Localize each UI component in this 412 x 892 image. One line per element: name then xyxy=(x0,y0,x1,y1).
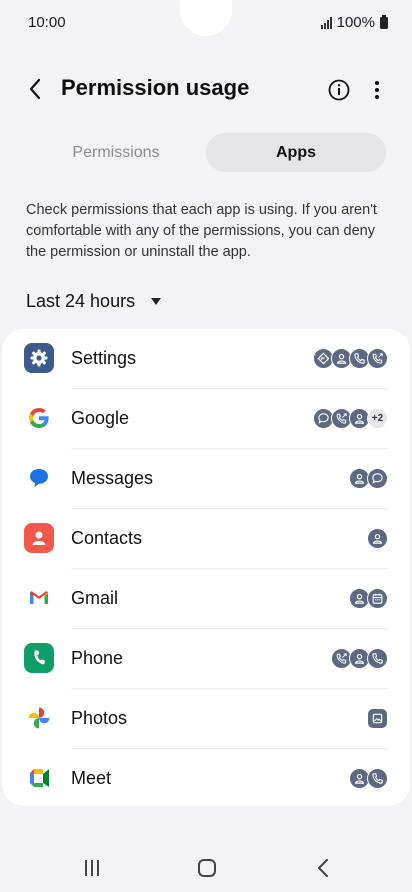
home-button[interactable] xyxy=(190,854,224,882)
battery-percent: 100% xyxy=(336,14,375,31)
app-row-phone[interactable]: Phone xyxy=(2,629,410,689)
tab-bar: Permissions Apps xyxy=(26,133,386,172)
app-list-card: Settings Google +2 Messages Contacts Gma… xyxy=(2,329,410,806)
calendar-permission-icon xyxy=(367,588,388,609)
app-row-gmail[interactable]: Gmail xyxy=(2,569,410,629)
more-options-button[interactable] xyxy=(360,73,394,107)
phone-permission-icon xyxy=(367,648,388,669)
sms-permission-icon xyxy=(367,468,388,489)
permission-icons xyxy=(349,468,388,489)
description-text: Check permissions that each app is using… xyxy=(26,202,377,260)
time-range-label: Last 24 hours xyxy=(26,291,136,311)
app-row-google[interactable]: Google +2 xyxy=(2,389,410,449)
app-name: Settings xyxy=(71,348,137,368)
permission-icons xyxy=(331,648,388,669)
status-time: 10:00 xyxy=(28,14,66,31)
battery-icon xyxy=(380,14,388,29)
app-name: Contacts xyxy=(71,528,143,548)
back-nav-icon xyxy=(318,859,328,877)
permission-icons xyxy=(367,528,388,549)
photos-icon xyxy=(24,703,54,733)
recents-icon xyxy=(85,860,99,876)
permission-icons: +2 xyxy=(313,408,388,429)
more-vert-icon xyxy=(375,81,379,99)
status-icons: 100% xyxy=(320,14,388,31)
app-name: Messages xyxy=(71,468,154,488)
app-bar: Permission usage xyxy=(0,64,412,114)
phone-icon xyxy=(24,643,54,673)
meet-icon xyxy=(24,763,54,793)
status-bar: 10:00 100% xyxy=(0,0,412,46)
tab-apps[interactable]: Apps xyxy=(206,133,386,172)
recents-button[interactable] xyxy=(75,854,109,882)
back-button[interactable] xyxy=(18,72,52,106)
permission-icons xyxy=(349,588,388,609)
contacts-icon xyxy=(24,523,54,553)
page-title: Permission usage xyxy=(61,75,250,100)
app-row-contacts[interactable]: Contacts xyxy=(2,509,410,569)
info-button[interactable] xyxy=(322,73,356,107)
home-icon xyxy=(198,859,216,877)
back-nav-button[interactable] xyxy=(306,854,340,882)
messages-icon xyxy=(24,463,54,493)
permission-icons xyxy=(367,708,388,729)
gmail-icon xyxy=(24,583,54,613)
navigation-bar xyxy=(0,840,412,892)
time-range-dropdown[interactable]: Last 24 hours xyxy=(26,291,162,312)
info-icon xyxy=(328,79,350,101)
tab-permissions[interactable]: Permissions xyxy=(26,133,206,172)
app-name: Gmail xyxy=(71,588,119,608)
call-logs-permission-icon xyxy=(367,348,388,369)
phone-permission-icon xyxy=(367,768,388,789)
app-row-photos[interactable]: Photos xyxy=(2,689,410,749)
app-name: Google xyxy=(71,408,130,428)
contacts-permission-icon xyxy=(367,528,388,549)
settings-icon xyxy=(24,343,54,373)
photos-permission-icon xyxy=(367,708,388,729)
app-row-meet[interactable]: Meet xyxy=(2,749,410,809)
permission-icons xyxy=(313,348,388,369)
app-name: Meet xyxy=(71,768,112,788)
app-name: Phone xyxy=(71,648,124,668)
app-row-messages[interactable]: Messages xyxy=(2,449,410,509)
permission-icons xyxy=(349,768,388,789)
google-icon xyxy=(24,403,54,433)
back-arrow-icon xyxy=(29,78,41,100)
signal-icon xyxy=(320,16,332,29)
more-permissions-count: +2 xyxy=(367,408,388,429)
app-row-settings[interactable]: Settings xyxy=(2,329,410,389)
app-name: Photos xyxy=(71,708,128,728)
dropdown-arrow-icon xyxy=(151,298,162,305)
